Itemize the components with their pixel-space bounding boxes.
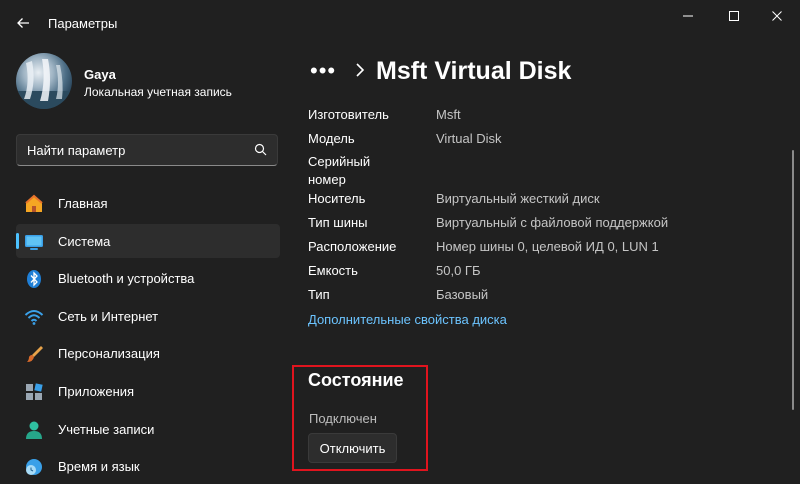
brush-icon	[24, 344, 44, 364]
window-title: Параметры	[48, 16, 118, 31]
property-label: Тип	[308, 287, 330, 302]
property-value: Виртуальный жесткий диск	[436, 191, 600, 206]
search-box[interactable]: Найти параметр	[16, 134, 278, 166]
search-icon[interactable]	[253, 142, 269, 158]
wifi-icon	[24, 307, 44, 327]
sidebar-item-accounts[interactable]: Учетные записи	[16, 412, 280, 446]
property-label: Серийный номер	[308, 154, 371, 187]
account-icon	[24, 420, 44, 440]
settings-window: Параметры Gaya Локальная учетная запись	[0, 0, 800, 484]
active-indicator	[16, 232, 19, 249]
avatar[interactable]	[16, 53, 72, 109]
back-arrow-icon	[17, 18, 29, 28]
property-value: 50,0 ГБ	[436, 263, 481, 278]
sidebar-item-personalization[interactable]: Персонализация	[16, 336, 280, 370]
property-value: Номер шины 0, целевой ИД 0, LUN 1	[436, 239, 659, 254]
scrollbar[interactable]	[792, 150, 794, 410]
account-type: Локальная учетная запись	[84, 85, 232, 99]
maximize-icon	[729, 11, 739, 21]
sidebar-item-time-language[interactable]: Время и язык	[16, 449, 280, 483]
sidebar-item-label: Приложения	[58, 383, 135, 399]
user-name: Gaya	[84, 67, 116, 82]
breadcrumb-overflow-button[interactable]: •••	[310, 58, 336, 84]
sidebar-nav: Главная Система Bluetooth и устройства С…	[16, 186, 280, 484]
minimize-button[interactable]	[665, 0, 711, 32]
title-bar: Параметры	[0, 0, 800, 46]
highlight-frame	[292, 365, 428, 471]
chevron-right-icon	[356, 63, 365, 77]
waterfall-image-icon	[16, 59, 72, 109]
property-label: Носитель	[308, 191, 366, 206]
close-icon	[772, 11, 782, 21]
property-label: Расположение	[308, 239, 397, 254]
property-value: Базовый	[436, 287, 489, 302]
sidebar-item-label: Сеть и Интернет	[58, 308, 159, 324]
sidebar-item-label: Главная	[58, 196, 108, 211]
sidebar-item-label: Учетные записи	[58, 421, 155, 437]
back-button[interactable]	[8, 9, 38, 37]
sidebar-item-label: Время и язык	[58, 459, 140, 475]
home-icon	[24, 194, 44, 214]
close-button[interactable]	[754, 0, 800, 32]
sidebar-item-bluetooth[interactable]: Bluetooth и устройства	[16, 261, 280, 295]
sidebar-item-home[interactable]: Главная	[16, 186, 280, 220]
advanced-disk-properties-link[interactable]: Дополнительные свойства диска	[308, 312, 507, 327]
minimize-icon	[683, 15, 693, 17]
sidebar-item-system[interactable]: Система	[16, 223, 280, 258]
sidebar-item-apps[interactable]: Приложения	[16, 374, 280, 408]
apps-icon	[24, 382, 44, 402]
system-icon	[24, 232, 44, 252]
sidebar-item-label: Система	[58, 233, 111, 249]
bluetooth-icon	[24, 269, 44, 289]
property-label: Изготовитель	[308, 107, 389, 122]
sidebar-item-label: Bluetooth и устройства	[58, 271, 195, 287]
property-value: Виртуальный с файловой поддержкой	[436, 215, 669, 230]
property-value: Virtual Disk	[436, 131, 502, 146]
property-label: Емкость	[308, 263, 358, 278]
sidebar-item-network[interactable]: Сеть и Интернет	[16, 299, 280, 333]
page-title: Msft Virtual Disk	[376, 57, 572, 85]
property-label: Тип шины	[308, 215, 368, 230]
property-label: Модель	[308, 131, 355, 146]
property-value: Msft	[436, 107, 461, 122]
search-input[interactable]: Найти параметр	[27, 143, 125, 158]
maximize-button[interactable]	[711, 0, 757, 32]
time-language-icon	[24, 457, 44, 477]
sidebar-item-label: Персонализация	[58, 346, 160, 362]
